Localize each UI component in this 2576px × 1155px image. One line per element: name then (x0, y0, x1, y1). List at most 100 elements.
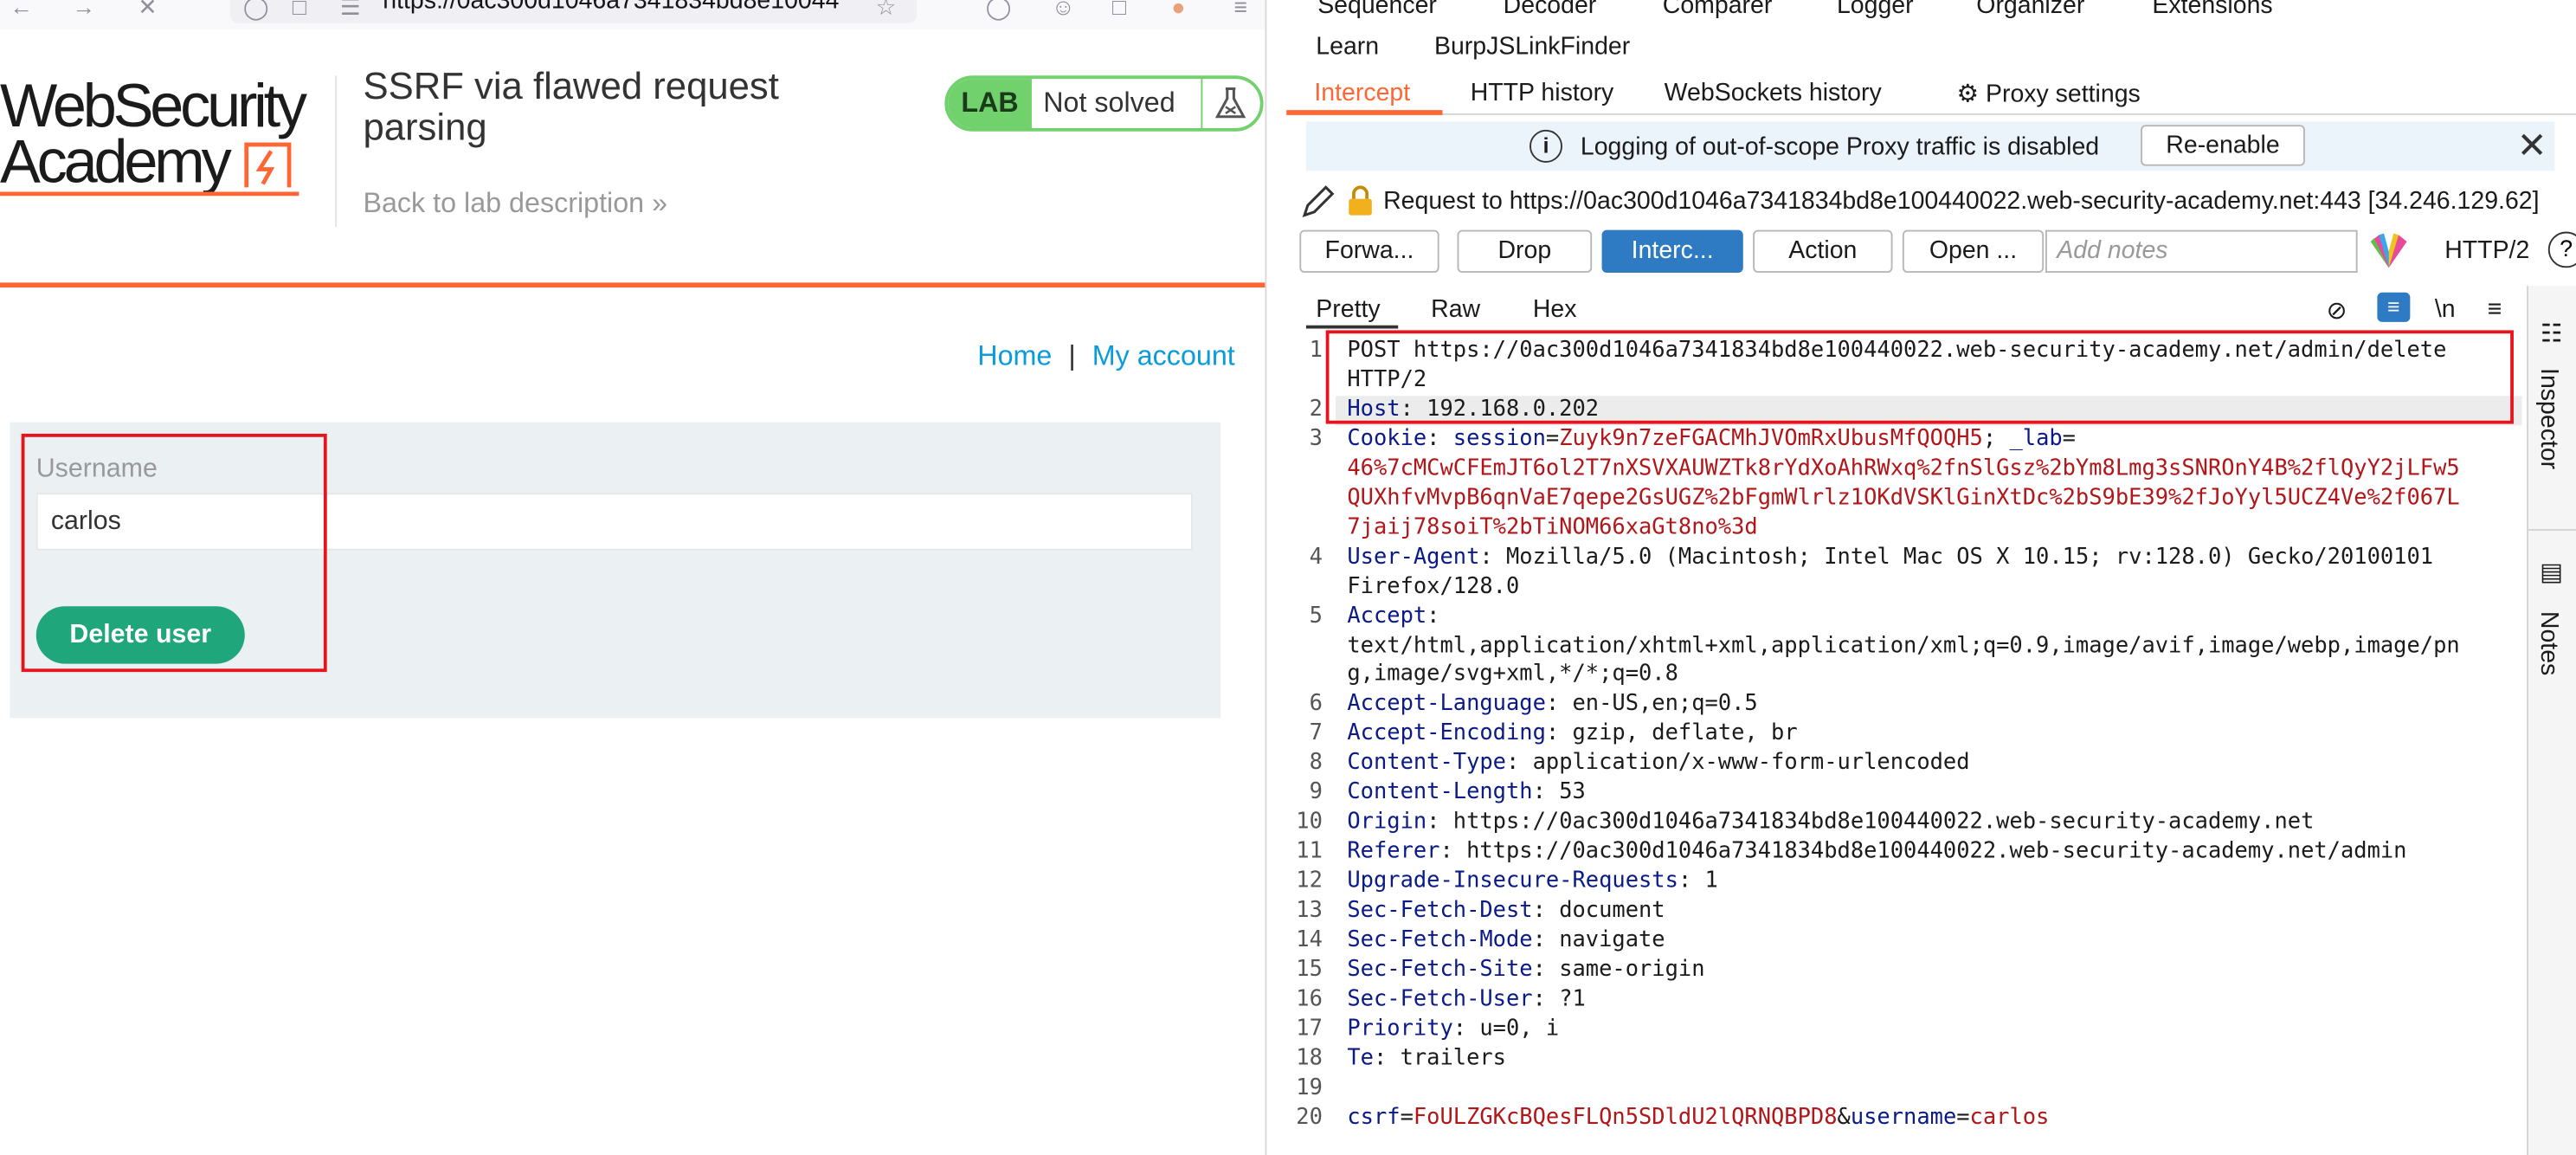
tab-http-history[interactable]: HTTP history (1471, 79, 1614, 106)
lock-icon (1349, 185, 1372, 216)
editor-menu-icon[interactable]: ≡ (2488, 296, 2502, 324)
header-name: Priority (1347, 1016, 1453, 1042)
param-value: 46%7cMCwCFEmJT6ol2T7nXSVXAUWZTk8rYdXoAhR… (1347, 456, 2460, 481)
request-text: : https://0ac300d1046a7341834bd8e1004400… (1426, 810, 2315, 836)
addon-icon[interactable]: ● (1171, 0, 1185, 20)
forward-button[interactable]: Forwa... (1299, 229, 1439, 274)
param-value: Zuyk9n7zeFGACMhJVOmRxUbusMfQOQH5 (1559, 427, 1983, 452)
action-button[interactable]: Action (1753, 229, 1893, 274)
shield-icon[interactable]: ◯ (243, 0, 269, 22)
site-info-icon[interactable]: ☰ (340, 0, 361, 22)
request-line: Content-Length: 53 (1347, 779, 1585, 809)
open-browser-button[interactable]: Open ... (1902, 229, 2045, 274)
request-line: text/html,application/xhtml+xml,applicat… (1347, 632, 2459, 661)
tab-hex[interactable]: Hex (1533, 296, 1577, 324)
drop-button[interactable]: Drop (1457, 229, 1593, 274)
bookmark-star-icon[interactable]: ☆ (876, 0, 897, 22)
tab-intercept[interactable]: Intercept (1314, 79, 1410, 106)
request-text: : u=0, i (1452, 1016, 1560, 1042)
pencil-icon[interactable] (1299, 184, 1336, 221)
stop-icon[interactable]: ✕ (138, 0, 157, 22)
newline-toggle[interactable]: \n (2435, 296, 2456, 324)
line-number: 16 (1296, 987, 1323, 1012)
line-number: 14 (1296, 928, 1323, 953)
request-text: ; (1982, 427, 2010, 452)
extensions-icon[interactable]: □ (1112, 0, 1126, 20)
header-name: session (1452, 427, 1546, 452)
request-text: : 53 (1532, 780, 1586, 806)
tab-burpjslinkfinder[interactable]: BurpJSLinkFinder (1434, 33, 1630, 61)
request-target: Request to https://0ac300d1046a7341834bd… (1383, 187, 2540, 216)
tab-learn[interactable]: Learn (1316, 33, 1379, 61)
web-security-academy-logo[interactable]: WebSecurity Academy (0, 72, 329, 203)
line-number: 12 (1296, 869, 1323, 894)
menu-icon[interactable]: ≡ (1233, 0, 1247, 20)
lab-status-badge[interactable]: LAB Not solved (944, 75, 1264, 132)
line-number: 9 (1309, 780, 1323, 806)
lab-title: SSRF via flawed request parsing (363, 64, 779, 148)
tab-decoder[interactable]: Decoder (1504, 0, 1597, 20)
request-text: : gzip, deflate, br (1545, 721, 1798, 747)
tab-logger[interactable]: Logger (1837, 0, 1914, 20)
url-text[interactable]: https://0ac300d1046a7341834bd8e10044 (383, 0, 859, 15)
tab-notes[interactable]: Notes (2535, 611, 2563, 675)
request-text: : (1426, 427, 1453, 452)
tab-inspector[interactable]: Inspector (2535, 368, 2563, 469)
tab-pretty[interactable]: Pretty (1316, 296, 1380, 324)
tab-organizer[interactable]: Organizer (1976, 0, 2084, 20)
line-number: 6 (1309, 692, 1323, 718)
tab-raw[interactable]: Raw (1431, 296, 1480, 324)
header-name: Accept-Encoding (1347, 721, 1546, 747)
logo-bolt-icon (244, 142, 292, 188)
request-line: Accept-Language: en-US,en;q=0.5 (1347, 691, 1757, 720)
nav-home-link[interactable]: Home (977, 340, 1052, 371)
header-name: Origin (1347, 810, 1427, 836)
close-icon[interactable]: ✕ (2517, 125, 2547, 167)
tab-extensions[interactable]: Extensions (2152, 0, 2272, 20)
highlight-color-icon[interactable] (2367, 232, 2410, 272)
account-icon[interactable]: ☺ (1052, 0, 1075, 20)
forward-icon[interactable]: → (73, 0, 96, 20)
header-orange-rule (0, 282, 1265, 288)
top-nav: Home | My account (977, 340, 1234, 373)
tab-websockets-history[interactable]: WebSockets history (1665, 79, 1882, 106)
nav-my-account-link[interactable]: My account (1092, 340, 1235, 371)
header-name: Sec-Fetch-Mode (1347, 928, 1533, 953)
request-line: 7jaij78soiT%2bTiNOM66xaGt8no%3d (1347, 513, 1757, 543)
header-name: _lab (2009, 427, 2063, 452)
back-to-lab-link[interactable]: Back to lab description » (363, 187, 667, 220)
request-line: Te: trailers (1347, 1044, 1506, 1074)
request-text: text/html,application/xhtml+xml,applicat… (1347, 633, 2460, 658)
logging-notice-bar: i Logging of out-of-scope Proxy traffic … (1305, 121, 2555, 171)
hide-eye-icon[interactable]: ⊘ (2327, 296, 2347, 325)
proxy-settings-button[interactable]: ⚙ Proxy settings (1957, 79, 2141, 108)
intercept-toggle-button[interactable]: Interc... (1601, 229, 1743, 274)
request-line: 46%7cMCwCFEmJT6ol2T7nXSVXAUWZTk8rYdXoAhR… (1347, 455, 2459, 484)
request-line: Origin: https://0ac300d1046a7341834bd8e1… (1347, 809, 2314, 838)
line-number: 7 (1309, 721, 1323, 747)
tab-comparer[interactable]: Comparer (1663, 0, 1773, 20)
help-icon[interactable]: ? (2547, 231, 2576, 268)
sidebar-divider (2528, 529, 2576, 531)
request-text: g,image/svg+xml,*/*;q=0.8 (1347, 662, 1678, 688)
flask-icon (1214, 87, 1246, 119)
request-text: : en-US,en;q=0.5 (1545, 692, 1758, 718)
line-number: 13 (1296, 899, 1323, 924)
pocket-icon[interactable]: ◯ (986, 0, 1012, 22)
request-line: Priority: u=0, i (1347, 1015, 1559, 1044)
request-line: Sec-Fetch-Site: same-origin (1347, 956, 1704, 985)
protocol-label[interactable]: HTTP/2 (2444, 236, 2529, 264)
request-text: : application/x-www-form-urlencoded (1505, 751, 1970, 777)
word-wrap-icon[interactable]: ≡ (2377, 292, 2411, 322)
back-icon[interactable]: ← (10, 0, 33, 20)
re-enable-button[interactable]: Re-enable (2141, 125, 2305, 166)
window-divider (1265, 0, 1287, 1155)
tab-sequencer[interactable]: Sequencer (1317, 0, 1437, 20)
request-line: Upgrade-Insecure-Requests: 1 (1347, 868, 1717, 897)
add-notes-input[interactable]: Add notes (2045, 229, 2358, 274)
back-to-lab-label: Back to lab description (363, 187, 645, 219)
request-text: : (1426, 603, 1440, 629)
param-value: FoULZGKcBQesFLQn5SDldU2lQRNQBPD8 (1413, 1105, 1838, 1130)
request-text: Firefox/128.0 (1347, 574, 1520, 599)
line-number: 19 (1296, 1075, 1323, 1100)
